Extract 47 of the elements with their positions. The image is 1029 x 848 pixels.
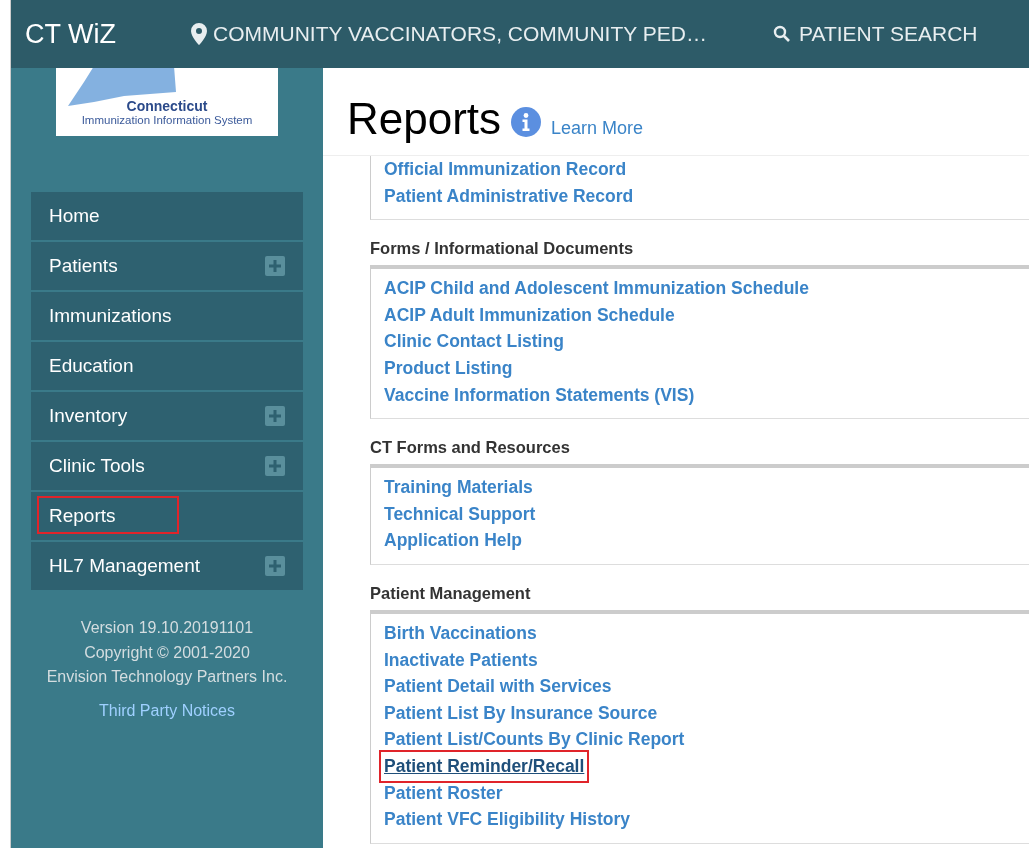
footer-text: Envision Technology Partners Inc. bbox=[46, 667, 288, 687]
third-party-notices-link[interactable]: Third Party Notices bbox=[98, 701, 235, 720]
report-link[interactable]: Product Listing bbox=[382, 354, 515, 382]
report-link[interactable]: Patient Administrative Record bbox=[382, 182, 636, 210]
sidebar-item[interactable]: Reports bbox=[31, 492, 303, 540]
report-link[interactable]: Inactivate Patients bbox=[382, 646, 540, 674]
plus-icon[interactable] bbox=[265, 556, 285, 576]
report-link[interactable]: Application Help bbox=[382, 527, 525, 554]
report-link[interactable]: Technical Support bbox=[382, 500, 538, 528]
report-link[interactable]: Patient VFC Eligibility History bbox=[382, 806, 632, 833]
report-link[interactable]: Official Immunization Record bbox=[382, 156, 629, 183]
sidebar-item[interactable]: Patients bbox=[31, 242, 303, 290]
report-link[interactable]: Clinic Contact Listing bbox=[382, 328, 566, 355]
page-title: Reports bbox=[347, 97, 502, 141]
report-link[interactable]: Birth Vaccinations bbox=[382, 619, 539, 647]
logo-title: Connecticut bbox=[126, 98, 208, 114]
report-link[interactable]: ACIP Adult Immunization Schedule bbox=[382, 301, 677, 329]
info-icon[interactable] bbox=[511, 107, 542, 137]
report-link[interactable]: Patient List By Insurance Source bbox=[382, 699, 660, 727]
sidebar-item[interactable]: Education bbox=[31, 342, 303, 390]
report-link[interactable]: Patient Detail with Services bbox=[382, 673, 614, 700]
sidebar-item[interactable]: Inventory bbox=[31, 392, 303, 440]
logo-subtitle: Immunization Information System bbox=[81, 114, 253, 126]
section-title: CT Forms and Resources bbox=[370, 438, 571, 458]
section-title: Patient Management bbox=[370, 583, 532, 603]
report-link[interactable]: Training Materials bbox=[382, 474, 535, 501]
report-link[interactable]: Vaccine Information Statements (VIS) bbox=[382, 381, 697, 409]
report-link[interactable]: ACIP Child and Adolescent Immunization Schedule bbox=[382, 275, 811, 302]
sidebar-item[interactable]: Immunizations bbox=[31, 292, 303, 340]
report-link[interactable]: Patient List/Counts By Clinic Report bbox=[382, 726, 687, 753]
footer-text: Version 19.10.20191101 bbox=[79, 618, 255, 638]
location-selector[interactable]: COMMUNITY VACCINATORS, COMMUNITY PED… bbox=[191, 22, 751, 46]
plus-icon[interactable] bbox=[265, 256, 285, 276]
search-icon bbox=[773, 25, 791, 43]
report-link[interactable]: Patient Reminder/Recall bbox=[382, 752, 587, 780]
sidebar-item[interactable]: Clinic Tools bbox=[31, 442, 303, 490]
plus-icon[interactable] bbox=[265, 406, 285, 426]
learn-more-link[interactable]: Learn More bbox=[551, 118, 644, 139]
sidebar-item[interactable]: HL7 Management bbox=[31, 542, 303, 590]
sidebar-item[interactable]: Home bbox=[31, 192, 303, 240]
app-name[interactable]: CT WiZ bbox=[11, 18, 191, 50]
footer-text: Copyright © 2001-2020 bbox=[83, 642, 251, 663]
section-title: Forms / Informational Documents bbox=[370, 239, 635, 259]
plus-icon[interactable] bbox=[265, 456, 285, 476]
map-pin-icon bbox=[191, 23, 207, 45]
report-link[interactable]: Patient Roster bbox=[382, 779, 505, 807]
patient-search-link[interactable]: PATIENT SEARCH bbox=[773, 22, 978, 46]
